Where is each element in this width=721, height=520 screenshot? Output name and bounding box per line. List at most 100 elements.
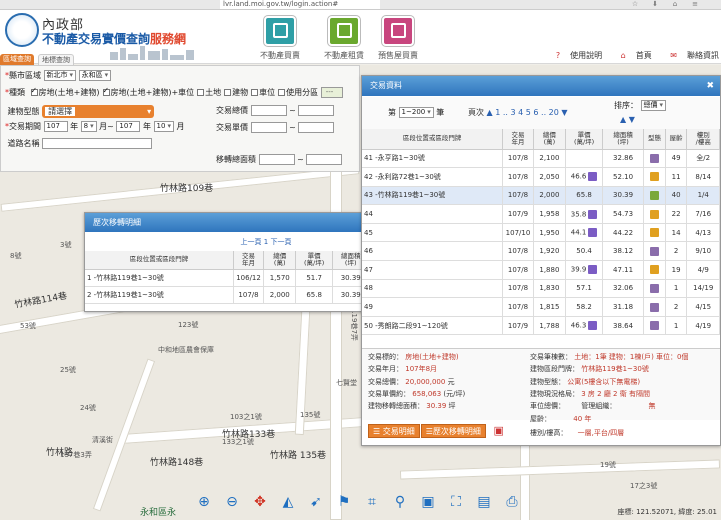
table-cell: 107/8 (502, 186, 534, 206)
column-header[interactable]: 單價 (萬/坪) (565, 129, 603, 150)
address-input[interactable] (42, 138, 153, 149)
site-title[interactable]: 不動產交易實價查詢服務網 (42, 30, 186, 47)
home-browser-icon[interactable]: ⌂ (670, 0, 680, 9)
extent-icon[interactable]: ⛶ (445, 491, 467, 513)
transaction-detail-button[interactable]: ☰ 交易明細 (368, 424, 420, 438)
column-header[interactable]: 樓別 /樓高 (686, 129, 720, 150)
building-type-icon (649, 190, 659, 200)
building-type-icon (649, 153, 659, 163)
unit-price-value: 65.8 (576, 191, 592, 200)
type-checkbox[interactable] (278, 89, 286, 96)
sort-arrows-icon[interactable]: ▲ ▼ (620, 115, 635, 124)
help-link[interactable]: ? 使用說明 (548, 51, 602, 60)
locate-icon[interactable]: ⚲ (389, 491, 411, 513)
address-label: 25號 (60, 366, 76, 374)
column-header[interactable]: 單價 (萬/坪) (295, 251, 333, 270)
page-range-select[interactable]: 1~200 ▾ (398, 107, 434, 118)
address-row: 道路名稱 (5, 138, 153, 149)
table-row[interactable]: 50 -秀朗路二段91~120號 107/9 1,788 46.3 38.64 1 4/19 (362, 316, 720, 336)
unit-price-min-input[interactable] (250, 122, 287, 133)
detail-layout: 建物現況格局： 3 房 2 廳 2 衛 有隔間 (530, 390, 650, 398)
county-select[interactable]: 新北市 ▾ (43, 70, 77, 81)
zoom-in-icon[interactable]: ⊕ (193, 491, 215, 513)
from-year-select[interactable]: 107 (43, 121, 68, 132)
table-row[interactable]: 43 -竹林路119巷1~30號 107/8 2,000 65.8 30.39 40 1/4 (362, 186, 720, 206)
type-checkbox[interactable] (224, 89, 232, 96)
column-header[interactable]: 區段位置或區段門牌 (362, 129, 504, 150)
page-navigation[interactable]: 頁次 ▲ 1 .. 3 4 5 6 .. 20 ▼ (468, 107, 568, 118)
table-cell: 57.1 (565, 279, 603, 299)
download-icon[interactable]: ⬇ (650, 0, 660, 9)
pdf-icon[interactable]: ▣ (493, 424, 503, 437)
select-icon[interactable]: ⚑ (333, 491, 355, 513)
table-row[interactable]: 45 107/10 1,950 44.1 44.22 14 4/13 (362, 223, 720, 243)
skyline-decoration (110, 46, 200, 60)
column-header[interactable]: 總面積 (坪) (602, 129, 645, 150)
type-checkbox[interactable] (30, 86, 38, 96)
table-cell (643, 223, 666, 243)
column-header[interactable]: 總價 (萬) (533, 129, 567, 150)
column-header[interactable]: 交易 年月 (233, 251, 265, 270)
table-cell (643, 241, 666, 262)
bookmark-icon[interactable]: ☆ (630, 0, 640, 9)
from-month-select[interactable]: 8 ▾ (80, 121, 97, 132)
total-price-max-input[interactable] (298, 105, 335, 116)
url-bar[interactable]: lvr.land.moi.gov.tw/login.action# (220, 0, 380, 9)
type-checkbox[interactable] (102, 86, 110, 96)
building-type-select[interactable]: 請選擇 ▾ (42, 105, 155, 118)
nav-presale-button[interactable]: 預售屋買賣 (358, 16, 438, 62)
layer-icon[interactable]: ▤ (473, 491, 495, 513)
column-header[interactable]: 總價 (萬) (263, 251, 297, 270)
table-cell: 45 (362, 223, 504, 243)
total-price-min-input[interactable] (250, 105, 287, 116)
history-detail-button[interactable]: ☰歷次移轉明細 (420, 424, 486, 438)
area-label: 永和區永 (140, 508, 177, 518)
menu-icon[interactable]: ≡ (690, 0, 700, 9)
to-month-select[interactable]: 10 ▾ (153, 121, 174, 132)
table-row[interactable]: 44 107/9 1,958 35.8 54.73 22 7/16 (362, 204, 720, 224)
type-checkbox[interactable] (251, 89, 259, 96)
table-row[interactable]: 41 -永亨路1~30號 107/8 2,100 32.86 49 全/2 (362, 149, 720, 169)
table-row[interactable]: 46 107/8 1,920 50.4 38.12 2 9/10 (362, 241, 720, 262)
column-header[interactable]: 屋齡 (665, 129, 688, 150)
table-cell (643, 279, 666, 299)
table-row[interactable]: 47 107/8 1,880 39.9 47.11 19 4/9 (362, 260, 720, 280)
area-min-input[interactable] (258, 154, 295, 165)
column-header[interactable]: 交易 年月 (502, 129, 534, 150)
sort-select[interactable]: 總價 ▾ (640, 100, 667, 111)
table-cell: 51.7 (295, 269, 333, 287)
column-header[interactable]: 區段位置或區段門牌 (85, 251, 234, 270)
type-checkbox[interactable] (197, 89, 205, 96)
address-label: 103之1號 (230, 413, 262, 421)
address-label: 135號 (300, 411, 321, 419)
area-max-input[interactable] (306, 154, 343, 165)
table-cell: 2 (665, 241, 688, 262)
print-icon[interactable]: ⎙ (501, 491, 523, 513)
table-cell: 30.39 (602, 186, 645, 206)
parking-badge-icon (588, 321, 598, 331)
table-row[interactable]: 49 107/8 1,815 58.2 31.18 2 4/15 (362, 297, 720, 317)
pan-icon[interactable]: ✥ (249, 491, 271, 513)
tab-map-query[interactable]: 地標查詢 (38, 54, 74, 65)
period-label: 交易期間 (9, 122, 41, 131)
zoning-select[interactable]: --- (320, 87, 343, 98)
tab-area-query[interactable]: 區域查詢 (0, 54, 34, 65)
zoom-out-icon[interactable]: ⊖ (221, 491, 243, 513)
pointer-icon[interactable]: ➹ (305, 491, 327, 513)
table-cell: 42 -永利路72巷1~30號 (362, 167, 504, 187)
parking-badge-icon (588, 209, 598, 219)
column-header[interactable]: 型態 (643, 129, 666, 150)
table-row[interactable]: 42 -永利路72巷1~30號 107/8 2,050 46.6 52.10 11 8/14 (362, 167, 720, 187)
frame-icon[interactable]: ▣ (417, 491, 439, 513)
home-link[interactable]: ⌂ 首頁 (613, 51, 652, 60)
to-year-select[interactable]: 107 (116, 121, 141, 132)
transaction-window: 交易資料 ✖ 第 1~200 ▾ 筆 頁次 ▲ 1 .. 3 4 5 6 .. 2… (361, 75, 721, 446)
close-icon[interactable]: ✖ (706, 76, 714, 96)
contact-link[interactable]: ✉ 聯絡資訊 (662, 51, 719, 60)
grid-icon[interactable]: ⌗ (361, 491, 383, 513)
table-row[interactable]: 48 107/8 1,830 57.1 32.06 1 14/19 (362, 279, 720, 299)
district-select[interactable]: 永和區 ▾ (78, 70, 112, 81)
unit-price-max-input[interactable] (298, 122, 335, 133)
measure-icon[interactable]: ◭ (277, 491, 299, 513)
chevron-down-icon: ▾ (659, 101, 664, 109)
